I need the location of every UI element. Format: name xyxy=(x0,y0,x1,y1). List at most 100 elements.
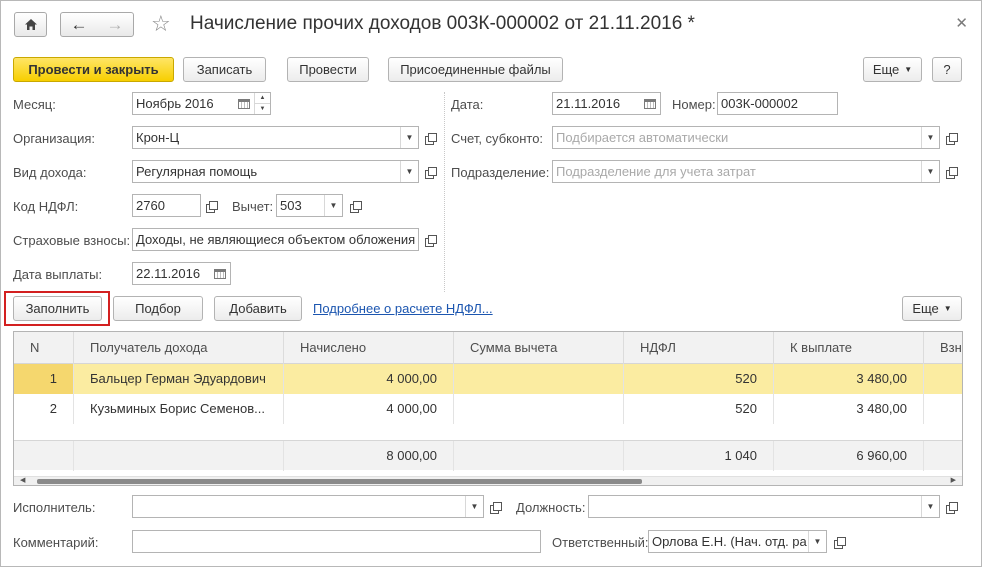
pay-date-field[interactable]: 22.11.2016 xyxy=(132,262,231,285)
dropdown-arrow-icon[interactable]: ▼ xyxy=(808,531,826,552)
save-button[interactable]: Записать xyxy=(183,57,266,82)
column-header-n[interactable]: N xyxy=(14,332,74,364)
open-icon xyxy=(945,501,958,514)
more-button[interactable]: Еще ▼ xyxy=(863,57,922,82)
executor-field[interactable]: ▼ xyxy=(132,495,484,518)
open-responsible-button[interactable] xyxy=(829,531,848,552)
row-accrued[interactable]: 4 000,00 xyxy=(284,364,454,394)
row-ndfl[interactable]: 520 xyxy=(624,364,774,394)
open-position-button[interactable] xyxy=(941,496,960,517)
column-header-ndfl[interactable]: НДФЛ xyxy=(624,332,774,364)
pay-date-value: 22.11.2016 xyxy=(136,266,201,281)
dropdown-arrow-icon[interactable]: ▼ xyxy=(921,127,939,148)
account-placeholder: Подбирается автоматически xyxy=(556,130,729,145)
income-type-field[interactable]: Регулярная помощь ▼ xyxy=(132,160,419,183)
stepper-down-icon[interactable]: ▼ xyxy=(255,103,270,114)
forward-arrow-icon[interactable]: → xyxy=(107,15,124,35)
row-contributions[interactable] xyxy=(924,364,962,394)
close-icon[interactable]: ✕ xyxy=(955,14,968,32)
fill-button[interactable]: Заполнить xyxy=(13,296,102,321)
month-field[interactable]: Ноябрь 2016 ▲ ▼ xyxy=(132,92,271,115)
help-button[interactable]: ? xyxy=(932,57,962,82)
month-stepper[interactable]: ▲ ▼ xyxy=(254,93,270,114)
division-placeholder: Подразделение для учета затрат xyxy=(556,164,756,179)
number-field[interactable]: 003К-000002 xyxy=(717,92,838,115)
column-header-payout[interactable]: К выплате xyxy=(774,332,924,364)
total-payout: 6 960,00 xyxy=(774,441,924,471)
open-icon xyxy=(945,166,958,179)
dropdown-arrow-icon[interactable]: ▼ xyxy=(921,496,939,517)
open-organization-button[interactable] xyxy=(420,127,439,148)
stepper-up-icon[interactable]: ▲ xyxy=(255,93,270,103)
row-deduction[interactable] xyxy=(454,364,624,394)
table-more-button[interactable]: Еще ▼ xyxy=(902,296,962,321)
dropdown-arrow-icon[interactable]: ▼ xyxy=(921,161,939,182)
calendar-icon[interactable] xyxy=(210,263,230,284)
row-contributions[interactable] xyxy=(924,394,962,424)
row-deduction[interactable] xyxy=(454,394,624,424)
table-row[interactable]: 2 Кузьминых Борис Семенов... 4 000,00 52… xyxy=(14,394,962,424)
division-field[interactable]: Подразделение для учета затрат ▼ xyxy=(552,160,940,183)
account-label: Счет, субконто: xyxy=(451,131,544,146)
open-division-button[interactable] xyxy=(941,161,960,182)
ndfl-details-link[interactable]: Подробнее о расчете НДФЛ... xyxy=(313,301,493,316)
scrollbar-thumb[interactable] xyxy=(37,479,642,484)
dropdown-arrow-icon[interactable]: ▼ xyxy=(465,496,483,517)
open-icon xyxy=(349,200,362,213)
row-payout[interactable]: 3 480,00 xyxy=(774,394,924,424)
comment-field[interactable] xyxy=(132,530,541,553)
ndfl-code-value: 2760 xyxy=(136,198,165,213)
dropdown-arrow-icon[interactable]: ▼ xyxy=(400,161,418,182)
responsible-field[interactable]: Орлова Е.Н. (Нач. отд. ра ▼ xyxy=(648,530,827,553)
open-account-button[interactable] xyxy=(941,127,960,148)
table-more-label: Еще xyxy=(912,301,939,316)
organization-field[interactable]: Крон-Ц ▼ xyxy=(132,126,419,149)
open-income-type-button[interactable] xyxy=(420,161,439,182)
open-deduction-button[interactable] xyxy=(345,195,364,216)
income-type-value: Регулярная помощь xyxy=(136,164,258,179)
date-field[interactable]: 21.11.2016 xyxy=(552,92,661,115)
position-field[interactable]: ▼ xyxy=(588,495,940,518)
select-button[interactable]: Подбор xyxy=(113,296,203,321)
open-insurance-button[interactable] xyxy=(420,229,439,250)
favorite-star-icon[interactable]: ☆ xyxy=(151,11,171,37)
insurance-field[interactable]: Доходы, не являющиеся объектом обложения xyxy=(132,228,419,251)
scroll-right-icon[interactable]: ▶ xyxy=(951,476,956,484)
month-value: Ноябрь 2016 xyxy=(136,96,214,111)
dropdown-arrow-icon[interactable]: ▼ xyxy=(400,127,418,148)
organization-value: Крон-Ц xyxy=(136,130,180,145)
row-recipient[interactable]: Бальцер Герман Эдуардович xyxy=(74,364,284,394)
account-field[interactable]: Подбирается автоматически ▼ xyxy=(552,126,940,149)
row-accrued[interactable]: 4 000,00 xyxy=(284,394,454,424)
open-ndfl-code-button[interactable] xyxy=(201,195,220,216)
open-executor-button[interactable] xyxy=(485,496,504,517)
back-arrow-icon[interactable]: ← xyxy=(71,15,88,35)
post-and-close-button[interactable]: Провести и закрыть xyxy=(13,57,174,82)
row-ndfl[interactable]: 520 xyxy=(624,394,774,424)
dropdown-arrow-icon[interactable]: ▼ xyxy=(324,195,342,216)
scroll-left-icon[interactable]: ◀ xyxy=(20,476,25,484)
post-button[interactable]: Провести xyxy=(287,57,369,82)
add-button[interactable]: Добавить xyxy=(214,296,302,321)
row-payout[interactable]: 3 480,00 xyxy=(774,364,924,394)
chevron-down-icon: ▼ xyxy=(904,65,913,74)
column-header-contributions[interactable]: Взн xyxy=(924,332,962,364)
row-number[interactable]: 2 xyxy=(14,394,74,424)
column-header-recipient[interactable]: Получатель дохода xyxy=(74,332,284,364)
ndfl-code-field[interactable]: 2760 xyxy=(132,194,201,217)
row-recipient[interactable]: Кузьминых Борис Семенов... xyxy=(74,394,284,424)
income-table[interactable]: N Получатель дохода Начислено Сумма выче… xyxy=(13,331,963,486)
calendar-icon[interactable] xyxy=(234,93,254,114)
deduction-field[interactable]: 503 ▼ xyxy=(276,194,343,217)
comment-label: Комментарий: xyxy=(13,535,99,550)
column-header-accrued[interactable]: Начислено xyxy=(284,332,454,364)
attached-files-button[interactable]: Присоединенные файлы xyxy=(388,57,563,82)
window-title: Начисление прочих доходов 003К-000002 от… xyxy=(190,13,695,34)
home-button[interactable] xyxy=(14,12,47,37)
row-number[interactable]: 1 xyxy=(14,364,74,394)
column-header-deduction[interactable]: Сумма вычета xyxy=(454,332,624,364)
table-row[interactable]: 1 Бальцер Герман Эдуардович 4 000,00 520… xyxy=(14,364,962,394)
calendar-icon[interactable] xyxy=(640,93,660,114)
horizontal-scrollbar[interactable]: ◀ ▶ xyxy=(14,476,962,485)
home-icon xyxy=(24,19,37,30)
